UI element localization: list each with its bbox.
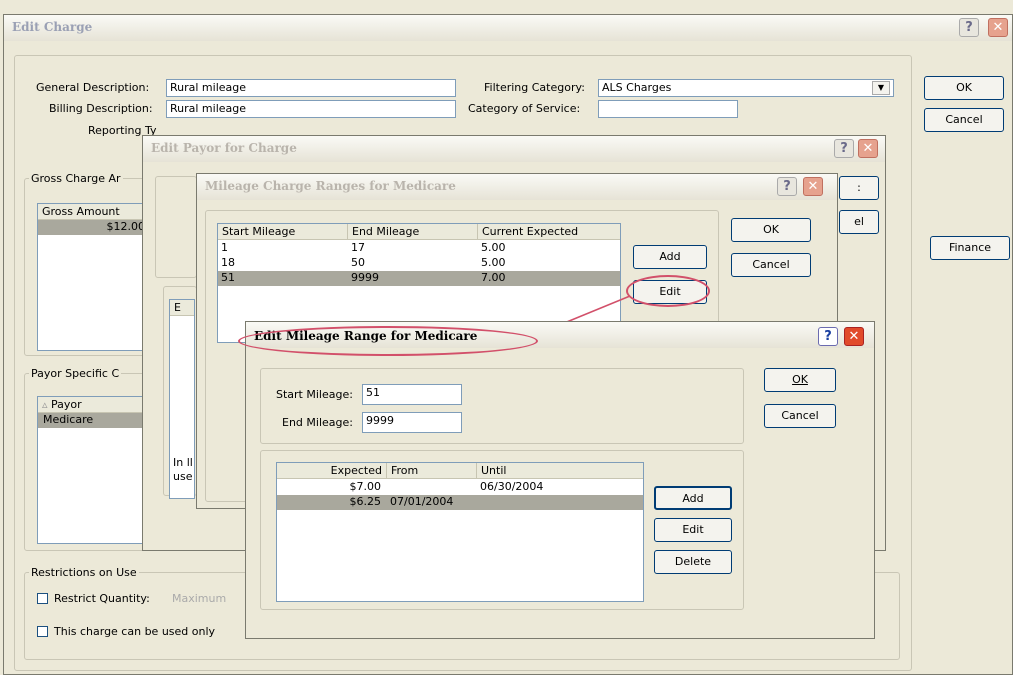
payor-cell: Medicare [43, 413, 94, 426]
start-mileage-field[interactable]: 51 [362, 384, 462, 405]
finance-button[interactable]: Finance [930, 236, 1010, 260]
charge-used-only-label[interactable]: This charge can be used only [54, 625, 215, 638]
edit-charge-titlebar[interactable]: Edit Charge ? ✕ [4, 15, 1012, 41]
end-mileage-cell: 50 [351, 256, 365, 269]
charge-used-only-checkbox[interactable] [37, 626, 48, 637]
current-expected-cell: 5.00 [481, 241, 506, 254]
table-row[interactable]: 18 50 5.00 [218, 256, 620, 271]
expected-cell: $7.00 [349, 480, 382, 493]
filtering-category-select[interactable]: ALS Charges [598, 79, 894, 97]
gross-amount-list[interactable]: Gross Amount $12.00 [37, 203, 152, 351]
expected-values-list[interactable]: Expected From Until $7.00 06/30/2004 $6.… [276, 462, 644, 602]
until-cell: 06/30/2004 [480, 480, 544, 493]
edit-payor-info-line2: use [173, 470, 193, 483]
close-icon[interactable]: ✕ [988, 18, 1008, 37]
restrict-quantity-hint: Maximum [172, 592, 227, 605]
restrict-quantity-checkbox[interactable] [37, 593, 48, 604]
mileage-fields-frame [260, 368, 744, 444]
payor-header[interactable]: ▵ Payor [38, 397, 151, 413]
until-header[interactable]: Until [477, 463, 643, 479]
start-mileage-header[interactable]: Start Mileage [218, 224, 348, 240]
range-ok-button[interactable]: OK [764, 368, 836, 392]
gross-amount-header[interactable]: Gross Amount [38, 204, 151, 220]
edit-payor-info-line1: In ll [173, 456, 193, 469]
edit-payor-ok-button[interactable]: : [839, 176, 879, 200]
mileage-cancel-button[interactable]: Cancel [731, 253, 811, 277]
billing-description-label: Billing Description: [49, 102, 153, 115]
table-row[interactable]: $12.00 [38, 220, 151, 235]
range-add-button[interactable]: Add [654, 486, 732, 510]
edit-payor-title: Edit Payor for Charge [151, 141, 297, 155]
current-expected-cell: 5.00 [481, 256, 506, 269]
end-mileage-cell: 17 [351, 241, 365, 254]
payor-header-label: Payor [51, 398, 82, 411]
start-mileage-cell: 1 [221, 241, 228, 254]
edit-mileage-range-window: Edit Mileage Range for Medicare ? ✕ Star… [245, 321, 875, 639]
mileage-ok-button[interactable]: OK [731, 218, 811, 242]
end-mileage-label: End Mileage: [282, 416, 353, 429]
range-cancel-button[interactable]: Cancel [764, 404, 836, 428]
help-icon[interactable]: ? [834, 139, 854, 158]
end-mileage-field[interactable]: 9999 [362, 412, 462, 433]
chevron-down-icon[interactable]: ▼ [872, 81, 890, 95]
help-icon[interactable]: ? [777, 177, 797, 196]
current-expected-cell: 7.00 [481, 271, 506, 284]
from-cell [387, 480, 390, 495]
range-edit-button[interactable]: Edit [654, 518, 732, 542]
title-highlight [238, 326, 538, 356]
category-of-service-field[interactable] [598, 100, 738, 118]
gross-amount-cell: $12.00 [106, 220, 146, 233]
general-description-field[interactable]: Rural mileage [166, 79, 456, 97]
edit-payor-cancel-button[interactable]: el [839, 210, 879, 234]
payor-specific-group-label: Payor Specific C [29, 367, 122, 380]
table-row[interactable]: 51 9999 7.00 [218, 271, 620, 286]
help-icon[interactable]: ? [818, 327, 838, 346]
billing-description-field[interactable]: Rural mileage [166, 100, 456, 118]
charge-cancel-button[interactable]: Cancel [924, 108, 1004, 132]
until-cell [477, 495, 480, 510]
table-row[interactable]: $7.00 06/30/2004 [277, 480, 643, 495]
from-cell: 07/01/2004 [390, 495, 454, 508]
general-description-label: General Description: [36, 81, 150, 94]
start-mileage-cell: 18 [221, 256, 235, 269]
close-icon[interactable]: ✕ [803, 177, 823, 196]
expected-cell: $6.25 [349, 495, 382, 508]
expected-header[interactable]: Expected [277, 463, 387, 479]
charge-ok-button[interactable]: OK [924, 76, 1004, 100]
end-mileage-cell: 9999 [351, 271, 379, 284]
table-row[interactable]: 1 17 5.00 [218, 241, 620, 256]
mileage-ranges-titlebar[interactable]: Mileage Charge Ranges for Medicare ? ✕ [197, 174, 837, 200]
close-icon[interactable]: ✕ [858, 139, 878, 158]
edit-payor-list[interactable]: E [169, 299, 195, 499]
payor-list[interactable]: ▵ Payor Medicare [37, 396, 152, 544]
edit-payor-list-header[interactable]: E [170, 300, 194, 316]
gross-charge-group-label: Gross Charge Ar [29, 172, 123, 185]
edit-payor-frame [155, 176, 197, 278]
edit-payor-titlebar[interactable]: Edit Payor for Charge ? ✕ [143, 136, 885, 162]
table-row[interactable]: $6.25 07/01/2004 [277, 495, 643, 510]
end-mileage-header[interactable]: End Mileage [348, 224, 478, 240]
current-expected-header[interactable]: Current Expected [478, 224, 620, 240]
from-header[interactable]: From [387, 463, 477, 479]
mileage-add-button[interactable]: Add [633, 245, 707, 269]
mileage-ranges-title: Mileage Charge Ranges for Medicare [205, 179, 456, 193]
category-of-service-label: Category of Service: [468, 102, 581, 115]
restrictions-group-label: Restrictions on Use [29, 566, 139, 579]
sort-arrow-icon: ▵ [42, 398, 52, 411]
filtering-category-label: Filtering Category: [484, 81, 585, 94]
help-icon[interactable]: ? [959, 18, 979, 37]
range-delete-button[interactable]: Delete [654, 550, 732, 574]
close-icon[interactable]: ✕ [844, 327, 864, 346]
table-row[interactable]: Medicare [38, 413, 151, 428]
restrict-quantity-label[interactable]: Restrict Quantity: [54, 592, 150, 605]
edit-charge-title: Edit Charge [12, 20, 93, 34]
start-mileage-cell: 51 [221, 271, 235, 284]
start-mileage-label: Start Mileage: [276, 388, 353, 401]
